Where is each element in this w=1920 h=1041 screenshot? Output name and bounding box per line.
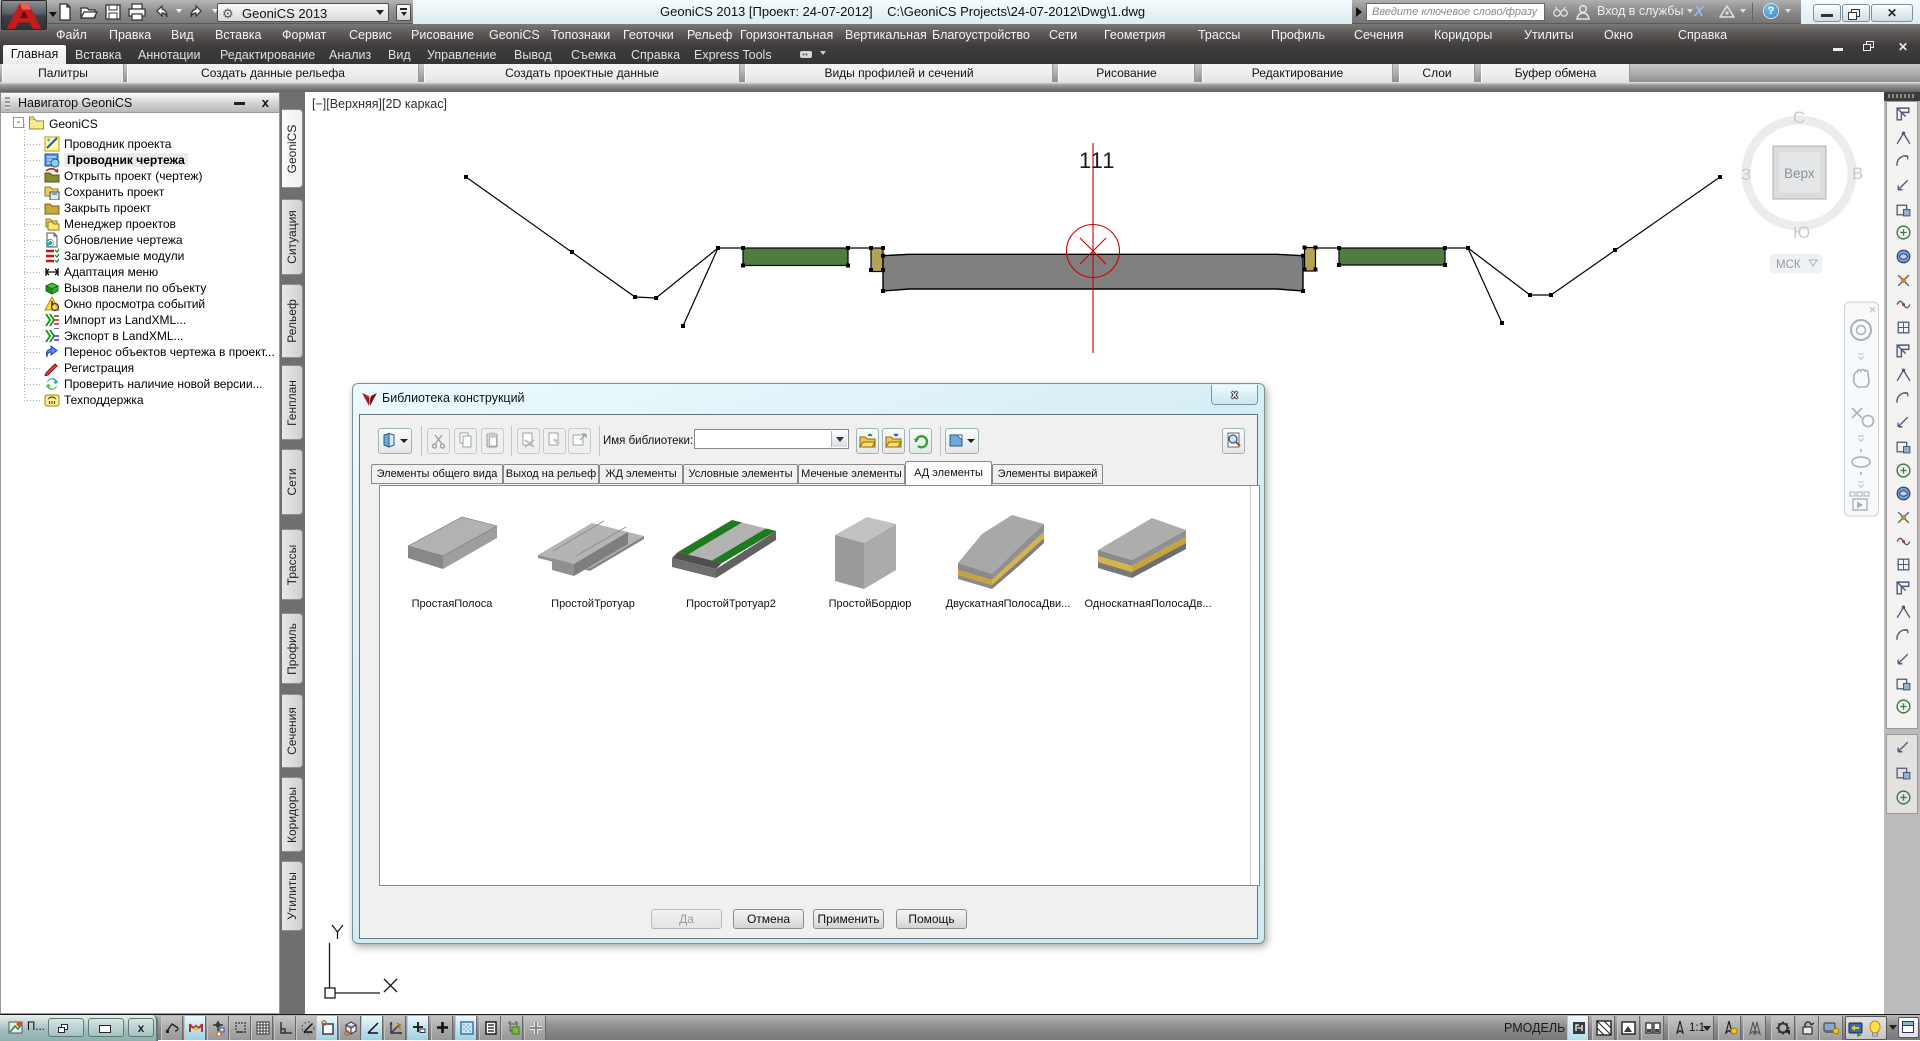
svg-text:В: В [1852,164,1863,183]
svg-text:Ю: Ю [1793,223,1810,242]
svg-text:Верх: Верх [1784,166,1815,181]
svg-text:МСК: МСК [1776,259,1801,271]
svg-text:З: З [1741,165,1751,184]
svg-text:С: С [1793,108,1805,127]
svg-text:111: 111 [1079,148,1115,173]
